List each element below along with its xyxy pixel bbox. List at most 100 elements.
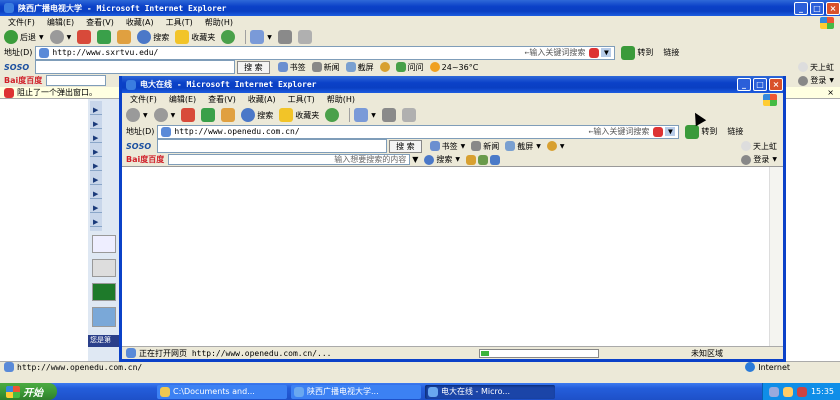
inner-page-content <box>122 166 783 347</box>
soso-search-input[interactable] <box>35 60 236 74</box>
links-button[interactable]: 链接 <box>663 47 679 58</box>
menu-help[interactable]: 帮助(H) <box>327 94 355 105</box>
menu-view[interactable]: 查看(V) <box>86 17 114 28</box>
outer-maximize-button[interactable]: □ <box>810 1 824 15</box>
soso-screenshot-button[interactable]: 截屏 ▼ <box>505 141 541 152</box>
inner-close-button[interactable]: × <box>769 78 783 91</box>
menu-file[interactable]: 文件(F) <box>130 94 157 105</box>
inner-menu-bar: 文件(F) 编辑(E) 查看(V) 收藏(A) 工具(T) 帮助(H) <box>122 93 783 106</box>
tray-network-icon[interactable] <box>768 386 779 397</box>
refresh-button[interactable] <box>201 108 216 122</box>
tray-volume-icon[interactable] <box>782 386 793 397</box>
inner-minimize-button[interactable]: _ <box>737 78 751 91</box>
star-icon <box>279 108 294 122</box>
forward-button[interactable]: ▼ <box>49 30 71 44</box>
go-button[interactable]: 转到 <box>685 124 717 139</box>
taskbar-item-openedu[interactable]: 电大在线 - Micro... <box>425 384 555 399</box>
ie-icon <box>294 386 304 397</box>
baidu-tools-button[interactable] <box>466 154 501 165</box>
outer-login-button[interactable]: 登录 ▼ <box>798 75 834 86</box>
baidu-search-button[interactable]: 搜索 ▼ <box>424 154 460 165</box>
stop-icon <box>77 30 92 44</box>
start-button[interactable]: 开始 <box>0 383 57 400</box>
soso-search-button[interactable]: 搜 索 <box>237 60 270 74</box>
print-button[interactable] <box>277 30 292 44</box>
forward-button[interactable]: ▼ <box>153 108 175 122</box>
outer-minimize-button[interactable]: _ <box>794 1 808 15</box>
edit-button[interactable] <box>401 108 416 122</box>
outer-soso-bar: SOSO 搜 索 书签 新闻 截屏 问问 24~36°C 天上虹 <box>0 60 840 74</box>
home-button[interactable] <box>221 108 236 122</box>
weather-widget[interactable]: 24~36°C <box>429 62 478 72</box>
menu-file[interactable]: 文件(F) <box>8 17 35 28</box>
search-button[interactable]: 搜索 <box>137 30 169 44</box>
back-button[interactable]: 后退 ▼ <box>4 30 44 44</box>
soso-misc-button[interactable] <box>379 62 390 72</box>
soso-news-button[interactable]: 新闻 <box>311 62 340 73</box>
favorites-button[interactable]: 收藏夹 <box>175 30 215 44</box>
inner-soso-bar: SOSO 搜 索 书签 ▼ 新闻 截屏 ▼ ▼ 天上虹 <box>122 139 783 153</box>
mail-button[interactable]: ▼ <box>250 30 272 44</box>
popup-close-icon[interactable]: × <box>827 88 834 97</box>
taskbar-item-explorer[interactable]: C:\Documents and... <box>157 384 287 399</box>
soso-bookmark-button[interactable]: 书签 <box>277 62 306 73</box>
soso-search-button[interactable]: 搜 索 <box>389 139 422 153</box>
menu-favorites[interactable]: 收藏(A) <box>126 17 154 28</box>
tray-app-icon[interactable] <box>796 386 807 397</box>
menu-tools[interactable]: 工具(T) <box>166 17 193 28</box>
soso-qa-button[interactable]: 问问 <box>395 62 424 73</box>
rainbow-button[interactable]: 天上虹 <box>741 141 777 152</box>
outer-address-input[interactable]: http://www.sxrtvu.edu/ ←输入关键词搜索 ▼ <box>35 45 616 60</box>
menu-edit[interactable]: 编辑(E) <box>47 17 74 28</box>
search-icon <box>424 154 435 165</box>
stop-button[interactable] <box>77 30 92 44</box>
favorites-button[interactable]: 收藏夹 <box>279 108 319 122</box>
soso-bookmark-button[interactable]: 书签 ▼ <box>429 141 465 152</box>
soso-logo: SOSO <box>126 141 152 151</box>
ie-icon <box>126 79 136 90</box>
baidu-search-input[interactable]: 输入想要搜索的内容 <box>168 154 411 165</box>
taskbar-item-sxrtvu[interactable]: 陕西广播电视大学... <box>291 384 421 399</box>
menu-edit[interactable]: 编辑(E) <box>169 94 196 105</box>
inner-login-button[interactable]: 登录 ▼ <box>741 154 777 165</box>
inner-address-input[interactable]: http://www.openedu.com.cn/ ←输入关键词搜索 ▼ <box>157 124 680 139</box>
menu-help[interactable]: 帮助(H) <box>205 17 233 28</box>
outer-close-button[interactable]: × <box>826 1 840 15</box>
menu-favorites[interactable]: 收藏(A) <box>248 94 276 105</box>
address-dropdown[interactable]: ▼ <box>601 48 612 57</box>
inner-scrollbar[interactable] <box>769 167 783 347</box>
soso-news-button[interactable]: 新闻 <box>471 141 499 152</box>
soso-misc-button[interactable]: ▼ <box>546 141 565 151</box>
inner-maximize-button[interactable]: □ <box>753 78 767 91</box>
inner-toolbar: ▼ ▼ 搜索 收藏夹 ▼ <box>122 106 783 124</box>
links-button[interactable]: 链接 <box>727 126 743 137</box>
refresh-button[interactable] <box>97 30 112 44</box>
back-button[interactable]: ▼ <box>126 108 148 122</box>
outer-baidu-input[interactable] <box>46 75 107 86</box>
soso-screenshot-button[interactable]: 截屏 <box>345 62 374 73</box>
news-icon <box>311 62 322 72</box>
status-page-icon <box>126 348 136 358</box>
baidu-dropdown[interactable]: ▼ <box>412 155 418 164</box>
history-button[interactable] <box>325 108 340 122</box>
outer-bottom-strip: 您是第 <box>88 335 120 347</box>
baidu-logo: Bai度百度 <box>4 76 43 85</box>
globe-icon <box>546 141 557 151</box>
stop-icon <box>181 108 196 122</box>
go-button[interactable]: 转到 <box>621 45 653 60</box>
edit-button[interactable] <box>297 30 312 44</box>
print-button[interactable] <box>381 108 396 122</box>
menu-tools[interactable]: 工具(T) <box>288 94 315 105</box>
address-dropdown[interactable]: ▼ <box>665 127 676 136</box>
bookmark-icon <box>277 62 288 72</box>
stop-button[interactable] <box>181 108 196 122</box>
menu-view[interactable]: 查看(V) <box>208 94 236 105</box>
mail-button[interactable]: ▼ <box>354 108 376 122</box>
soso-search-input[interactable] <box>157 139 388 153</box>
home-button[interactable] <box>117 30 132 44</box>
history-button[interactable] <box>221 30 236 44</box>
search-button[interactable]: 搜索 <box>241 108 273 122</box>
ie-icon <box>4 3 14 13</box>
rainbow-button[interactable]: 天上虹 <box>798 62 834 73</box>
forward-arrow-icon <box>153 108 168 122</box>
